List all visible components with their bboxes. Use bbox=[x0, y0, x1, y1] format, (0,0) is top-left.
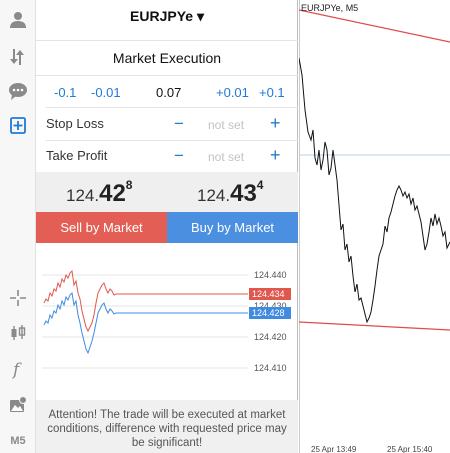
left-toolbar: f M5 bbox=[0, 0, 36, 453]
take-profit-minus-button[interactable]: − bbox=[174, 146, 184, 166]
execution-type[interactable]: Market Execution bbox=[36, 50, 298, 66]
level-label-4: 124.410 bbox=[254, 363, 287, 373]
volume-minus-large-button[interactable]: -0.1 bbox=[54, 85, 76, 100]
volume-plus-small-button[interactable]: +0.01 bbox=[216, 85, 249, 100]
ask-price-tag-label: 124.428 bbox=[252, 308, 285, 318]
stop-loss-minus-button[interactable]: − bbox=[174, 114, 184, 134]
timeframe-button[interactable]: M5 bbox=[0, 426, 36, 453]
crosshair-icon[interactable] bbox=[0, 283, 36, 313]
volume-plus-large-button[interactable]: +0.1 bbox=[259, 85, 285, 100]
candlestick-icon[interactable] bbox=[0, 318, 36, 348]
sell-by-market-button[interactable]: Sell by Market bbox=[36, 212, 167, 243]
stop-loss-input[interactable]: not set bbox=[208, 118, 244, 132]
divider bbox=[46, 140, 298, 141]
x-axis-label: 25 Apr 13:49 bbox=[311, 445, 357, 453]
price-chart-canvas bbox=[299, 0, 450, 453]
level-label-3: 124.420 bbox=[254, 332, 287, 342]
function-icon[interactable]: f bbox=[0, 354, 36, 384]
divider bbox=[46, 107, 298, 108]
tick-chart-grid bbox=[42, 274, 248, 369]
divider bbox=[36, 75, 298, 76]
take-profit-plus-button[interactable]: + bbox=[270, 145, 281, 166]
bid-price: 124.428 bbox=[66, 178, 133, 207]
stop-loss-label: Stop Loss bbox=[46, 116, 104, 131]
price-chart[interactable]: EURJPYe, M5 25 Apr 13:49 25 Apr 15:40 bbox=[299, 0, 450, 453]
order-panel: EURJPYe ▾ Market Execution -0.1 -0.01 0.… bbox=[36, 0, 298, 453]
stop-loss-plus-button[interactable]: + bbox=[270, 113, 281, 134]
trade-screen: f M5 EURJPYe ▾ Market Execution -0.1 -0.… bbox=[0, 0, 450, 453]
timeframe-label: M5 bbox=[10, 435, 26, 447]
tick-chart: 124.440 124.430 124.420 124.410 124.434 … bbox=[42, 269, 291, 373]
market-execution-warning: Attention! The trade will be executed at… bbox=[36, 400, 298, 453]
image-objects-icon[interactable] bbox=[0, 390, 36, 420]
lower-trend-line bbox=[299, 321, 450, 331]
upper-trend-line bbox=[299, 9, 450, 43]
buy-by-market-button[interactable]: Buy by Market bbox=[167, 212, 298, 243]
price-series-line bbox=[299, 57, 450, 324]
level-label-1: 124.440 bbox=[254, 270, 287, 280]
transfer-arrows-icon[interactable] bbox=[0, 42, 36, 72]
divider bbox=[36, 40, 298, 41]
new-order-icon[interactable] bbox=[0, 110, 36, 140]
symbol-selector[interactable]: EURJPYe ▾ bbox=[36, 8, 298, 25]
take-profit-label: Take Profit bbox=[46, 148, 108, 163]
user-icon[interactable] bbox=[0, 5, 36, 35]
volume-minus-small-button[interactable]: -0.01 bbox=[91, 85, 121, 100]
ask-price: 124.434 bbox=[197, 178, 264, 207]
x-axis-label: 25 Apr 15:40 bbox=[387, 445, 433, 453]
chart-title: EURJPYe, M5 bbox=[301, 3, 359, 13]
take-profit-input[interactable]: not set bbox=[208, 150, 244, 164]
price-bar: 124.428 124.434 bbox=[36, 172, 298, 212]
svg-text:f: f bbox=[11, 360, 22, 379]
volume-input[interactable]: 0.07 bbox=[156, 85, 181, 100]
chat-icon[interactable] bbox=[0, 76, 36, 106]
bid-price-tag-label: 124.434 bbox=[252, 289, 285, 299]
